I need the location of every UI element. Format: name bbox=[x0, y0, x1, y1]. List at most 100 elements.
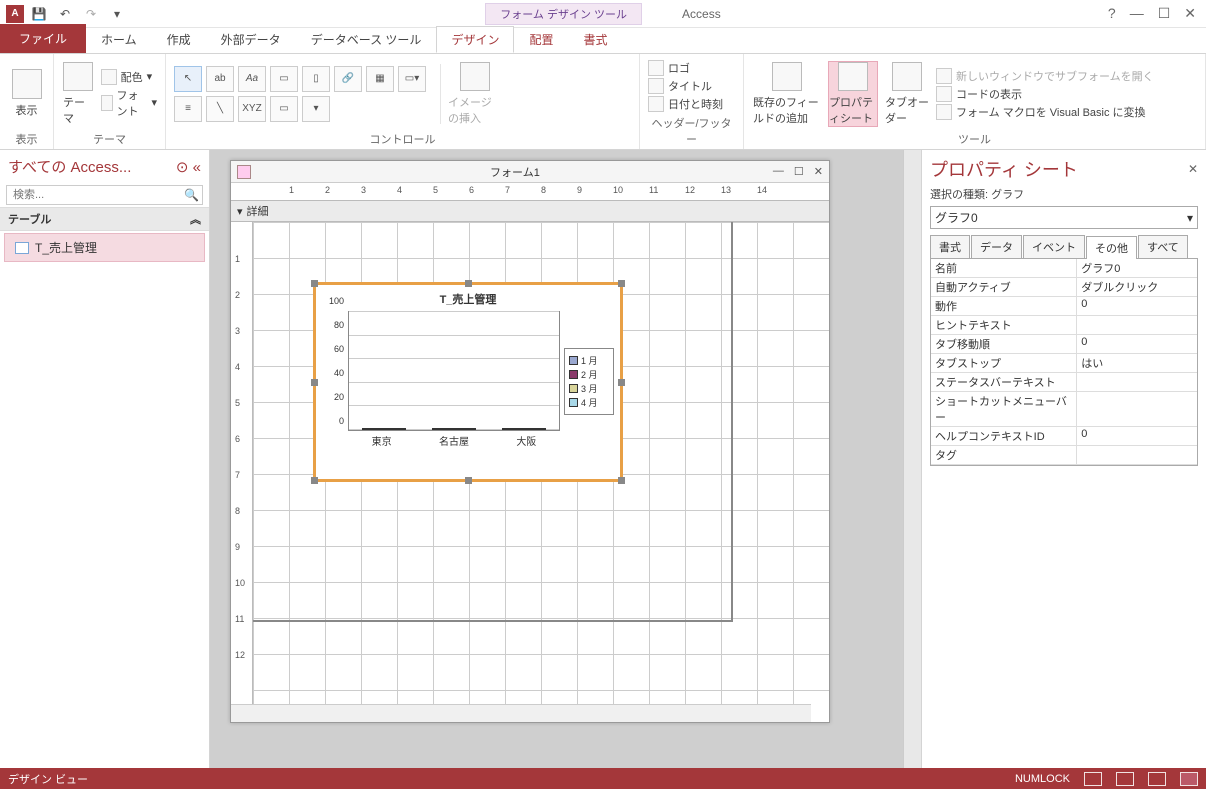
button-tool-icon[interactable]: ▭ bbox=[270, 66, 298, 92]
chart-object[interactable]: T_売上管理 020406080100 東京名古屋大阪 1 月2 月3 月4 月 bbox=[313, 282, 623, 482]
fonts-button[interactable]: フォント▾ bbox=[101, 87, 157, 119]
search-input[interactable] bbox=[6, 185, 203, 205]
nav-search[interactable]: 🔍 bbox=[6, 185, 203, 205]
rect-tool-icon[interactable]: ▭ bbox=[270, 96, 298, 122]
tab-external[interactable]: 外部データ bbox=[206, 26, 296, 53]
property-row[interactable]: タブストップはい bbox=[931, 354, 1197, 373]
tab-arrange[interactable]: 配置 bbox=[514, 26, 568, 53]
line-tool-icon[interactable]: ╲ bbox=[206, 96, 234, 122]
nav-group-tables[interactable]: テーブル︽ bbox=[0, 207, 209, 231]
form-maximize-icon[interactable]: ☐ bbox=[794, 165, 804, 178]
link-tool-icon[interactable]: 🔗 bbox=[334, 66, 362, 92]
nav-item-table[interactable]: T_売上管理 bbox=[4, 233, 205, 262]
propsheet-grid: 名前グラフ0自動アクティブダブルクリック動作0ヒントテキストタブ移動順0タブスト… bbox=[930, 259, 1198, 466]
ribbon-tabs: ファイル ホーム 作成 外部データ データベース ツール デザイン 配置 書式 bbox=[0, 28, 1206, 54]
tab-tool-icon[interactable]: ▯ bbox=[302, 66, 330, 92]
themes-button[interactable]: テーマ bbox=[62, 61, 95, 127]
toggle-tool-icon[interactable]: XYZ bbox=[238, 96, 266, 122]
resize-handle[interactable] bbox=[618, 379, 625, 386]
undo-icon[interactable]: ↶ bbox=[54, 3, 76, 25]
resize-handle[interactable] bbox=[465, 280, 472, 287]
qat-customize-icon[interactable]: ▾ bbox=[106, 3, 128, 25]
property-row[interactable]: ヒントテキスト bbox=[931, 316, 1197, 335]
select-tool-icon[interactable]: ↖ bbox=[174, 66, 202, 92]
ruler-horizontal[interactable]: 1234567891011121314 bbox=[231, 183, 829, 201]
add-fields-button[interactable]: 既存のフィールドの追加 bbox=[752, 61, 822, 127]
property-row[interactable]: ヘルプコンテキストID0 bbox=[931, 427, 1197, 446]
controls-gallery[interactable]: ↖ ab Aa ▭ ▯ 🔗 ▦ ▭▾ ≡ ╲ XYZ ▭ ▾ bbox=[174, 66, 434, 122]
minimize-icon[interactable]: — bbox=[1130, 5, 1144, 22]
propsheet-selector[interactable]: グラフ0 ▾ bbox=[930, 206, 1198, 229]
redo-icon[interactable]: ↷ bbox=[80, 3, 102, 25]
nav-header[interactable]: すべての Access... ⊙ « bbox=[0, 150, 209, 183]
tab-dbtools[interactable]: データベース ツール bbox=[296, 26, 437, 53]
property-row[interactable]: タグ bbox=[931, 446, 1197, 465]
resize-handle[interactable] bbox=[311, 280, 318, 287]
group-tools-label: ツール bbox=[752, 129, 1197, 147]
ps-tab-all[interactable]: すべて bbox=[1138, 235, 1188, 258]
property-row[interactable]: 自動アクティブダブルクリック bbox=[931, 278, 1197, 297]
nav-tool-icon[interactable]: ▦ bbox=[366, 66, 394, 92]
property-row[interactable]: ショートカットメニューバー bbox=[931, 392, 1197, 427]
property-sheet-button[interactable]: プロパティシート bbox=[828, 61, 878, 127]
property-row[interactable]: ステータスバーテキスト bbox=[931, 373, 1197, 392]
tab-design[interactable]: デザイン bbox=[436, 26, 514, 53]
resize-handle[interactable] bbox=[311, 477, 318, 484]
save-icon[interactable]: 💾 bbox=[28, 3, 50, 25]
list-tool-icon[interactable]: ≡ bbox=[174, 96, 202, 122]
collapse-icon[interactable]: ︽ bbox=[190, 211, 201, 227]
tab-order-button[interactable]: タブオーダー bbox=[884, 61, 930, 127]
design-grid[interactable]: T_売上管理 020406080100 東京名古屋大阪 1 月2 月3 月4 月 bbox=[253, 222, 829, 722]
ruler-vertical[interactable]: 123456789101112 bbox=[231, 222, 253, 722]
view-datasheet-icon[interactable] bbox=[1116, 772, 1134, 786]
table-icon bbox=[15, 242, 29, 254]
resize-handle[interactable] bbox=[618, 280, 625, 287]
tab-format[interactable]: 書式 bbox=[568, 26, 622, 53]
tab-file[interactable]: ファイル bbox=[0, 24, 86, 53]
property-row[interactable]: 動作0 bbox=[931, 297, 1197, 316]
property-row[interactable]: 名前グラフ0 bbox=[931, 259, 1197, 278]
section-detail-header[interactable]: ▾ 詳細 bbox=[231, 201, 829, 222]
resize-handle[interactable] bbox=[465, 477, 472, 484]
property-row[interactable]: タブ移動順0 bbox=[931, 335, 1197, 354]
subform-newwindow-button[interactable]: 新しいウィンドウでサブフォームを開く bbox=[936, 68, 1154, 84]
help-icon[interactable]: ? bbox=[1108, 5, 1116, 22]
work-area: フォーム1 — ☐ ✕ 1234567891011121314 ▾ 詳細 123… bbox=[210, 150, 921, 768]
ps-tab-event[interactable]: イベント bbox=[1023, 235, 1085, 258]
convert-macro-button[interactable]: フォーム マクロを Visual Basic に変換 bbox=[936, 104, 1154, 120]
combo-tool-icon[interactable]: ▭▾ bbox=[398, 66, 426, 92]
textbox-tool-icon[interactable]: ab bbox=[206, 66, 234, 92]
form-minimize-icon[interactable]: — bbox=[773, 165, 784, 178]
maximize-icon[interactable]: ☐ bbox=[1158, 5, 1171, 22]
chevron-down-icon[interactable]: ⊙ « bbox=[176, 158, 201, 176]
resize-handle[interactable] bbox=[618, 477, 625, 484]
tab-create[interactable]: 作成 bbox=[152, 26, 206, 53]
view-layout-icon[interactable] bbox=[1148, 772, 1166, 786]
datetime-button[interactable]: 日付と時刻 bbox=[648, 96, 723, 112]
logo-button[interactable]: ロゴ bbox=[648, 60, 723, 76]
resize-handle[interactable] bbox=[311, 379, 318, 386]
search-icon[interactable]: 🔍 bbox=[184, 188, 199, 202]
workarea-scrollbar-v[interactable] bbox=[903, 150, 921, 768]
section-arrow-icon: ▾ bbox=[237, 205, 243, 218]
more-tool-icon[interactable]: ▾ bbox=[302, 96, 330, 122]
view-form-icon[interactable] bbox=[1084, 772, 1102, 786]
ps-tab-other[interactable]: その他 bbox=[1086, 236, 1137, 259]
colors-icon bbox=[101, 69, 117, 85]
subform-icon bbox=[936, 68, 952, 84]
title-button[interactable]: タイトル bbox=[648, 78, 723, 94]
tab-home[interactable]: ホーム bbox=[86, 26, 152, 53]
view-design-icon[interactable] bbox=[1180, 772, 1198, 786]
form-close-icon[interactable]: ✕ bbox=[814, 165, 823, 178]
view-button[interactable]: 表示 bbox=[8, 61, 45, 127]
insert-image-button[interactable]: イメージの挿入 bbox=[447, 61, 503, 127]
label-tool-icon[interactable]: Aa bbox=[238, 66, 266, 92]
ps-tab-format[interactable]: 書式 bbox=[930, 235, 970, 258]
propsheet-close-icon[interactable]: ✕ bbox=[1188, 162, 1198, 176]
form-icon bbox=[237, 165, 251, 179]
close-icon[interactable]: ✕ bbox=[1184, 5, 1196, 22]
ps-tab-data[interactable]: データ bbox=[971, 235, 1022, 258]
form-scrollbar-h[interactable] bbox=[231, 704, 811, 722]
colors-button[interactable]: 配色▾ bbox=[101, 69, 157, 85]
view-code-button[interactable]: コードの表示 bbox=[936, 86, 1154, 102]
